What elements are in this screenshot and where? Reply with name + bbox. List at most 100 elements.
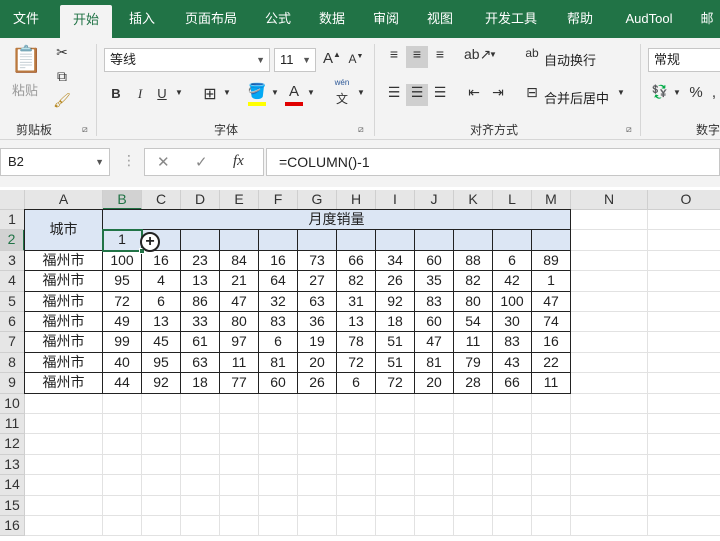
italic-button[interactable]: I [132,86,148,102]
sales-value-cell[interactable]: 11 [220,352,259,374]
cell[interactable] [181,414,220,435]
cell[interactable] [103,434,142,455]
paste-label[interactable]: 粘贴 [12,80,38,99]
underline-button[interactable]: U [154,86,170,101]
month-header-cell[interactable]: 月度销量 [103,210,571,231]
cell[interactable] [648,210,720,231]
decrease-font-icon[interactable]: A▼ [346,52,366,66]
tab-developer[interactable]: 开发工具 [476,0,546,38]
cell[interactable] [25,414,103,435]
sales-value-cell[interactable]: 77 [220,373,259,394]
tab-mailings[interactable]: 邮 [694,0,720,38]
cell[interactable] [181,495,220,516]
sales-value-cell[interactable]: 79 [454,352,493,374]
chevron-down-icon[interactable]: ▼ [174,88,184,97]
column-header-n[interactable]: N [571,190,648,210]
cell[interactable] [571,291,648,312]
month-number-cell[interactable] [376,230,415,251]
row-header-10[interactable]: 10 [0,393,25,414]
cell[interactable] [376,454,415,476]
sales-value-cell[interactable]: 1 [532,271,571,292]
tab-home[interactable]: 开始 [60,5,112,38]
cell[interactable] [298,475,337,496]
phonetic-guide-icon[interactable]: wén [330,78,354,87]
sales-value-cell[interactable]: 83 [415,291,454,312]
column-header-m[interactable]: M [532,190,571,210]
sales-value-cell[interactable]: 16 [532,332,571,353]
cell[interactable] [337,434,376,455]
month-number-cell[interactable] [298,230,337,251]
chevron-down-icon[interactable]: ▼ [616,88,626,97]
sales-value-cell[interactable]: 34 [376,250,415,272]
font-size-select[interactable]: 11 ▼ [274,48,316,72]
sales-value-cell[interactable]: 13 [337,312,376,333]
sales-value-cell[interactable]: 49 [103,312,142,333]
cell[interactable] [298,516,337,537]
month-number-cell[interactable] [259,230,298,251]
cell[interactable] [648,353,720,374]
cell[interactable] [571,332,648,353]
cell[interactable] [648,516,720,537]
cell[interactable] [415,393,454,414]
align-right-icon[interactable]: ☰ [430,84,450,106]
cell[interactable] [298,495,337,516]
sales-value-cell[interactable]: 66 [493,373,532,394]
cell[interactable] [493,393,532,414]
sales-value-cell[interactable]: 11 [532,373,571,394]
chevron-down-icon[interactable]: ▼ [672,88,682,97]
sales-value-cell[interactable]: 16 [142,250,181,272]
sales-value-cell[interactable]: 73 [298,250,337,272]
cell[interactable] [415,495,454,516]
merge-center-icon[interactable]: ⊟ [522,84,542,106]
sales-value-cell[interactable]: 13 [142,312,181,333]
cell[interactable] [337,516,376,537]
cell[interactable] [142,516,181,537]
cell[interactable] [142,454,181,476]
column-header-e[interactable]: E [220,190,259,210]
sales-value-cell[interactable]: 18 [376,312,415,333]
cell[interactable] [454,434,493,455]
cell[interactable] [648,455,720,476]
cell[interactable] [259,495,298,516]
sales-value-cell[interactable]: 60 [259,373,298,394]
column-header-d[interactable]: D [181,190,220,210]
sales-value-cell[interactable]: 92 [142,373,181,394]
city-cell[interactable]: 福州市 [25,352,103,374]
cell[interactable] [103,414,142,435]
month-number-cell[interactable] [454,230,493,251]
sales-value-cell[interactable]: 35 [415,271,454,292]
cell[interactable] [103,495,142,516]
column-header-a[interactable]: A [25,190,103,210]
sales-value-cell[interactable]: 6 [337,373,376,394]
column-header-f[interactable]: F [259,190,298,210]
sales-value-cell[interactable]: 4 [142,271,181,292]
sales-value-cell[interactable]: 72 [103,291,142,312]
cell[interactable] [25,434,103,455]
cell[interactable] [181,454,220,476]
font-color-icon[interactable]: A [284,83,304,100]
sales-value-cell[interactable]: 43 [493,352,532,374]
insert-function-icon[interactable]: fx [233,153,244,170]
cell[interactable] [415,434,454,455]
cell[interactable] [337,454,376,476]
cell[interactable] [259,434,298,455]
sales-value-cell[interactable]: 100 [103,250,142,272]
sales-value-cell[interactable]: 19 [298,332,337,353]
sales-value-cell[interactable]: 81 [415,352,454,374]
tab-formulas[interactable]: 公式 [256,0,300,38]
sales-value-cell[interactable]: 100 [493,291,532,312]
cell[interactable] [571,352,648,374]
enter-icon[interactable]: ✓ [195,153,208,171]
sales-value-cell[interactable]: 40 [103,352,142,374]
city-cell[interactable]: 福州市 [25,373,103,394]
cell[interactable] [571,495,648,516]
row-header-13[interactable]: 13 [0,454,25,476]
cell[interactable] [103,454,142,476]
cell[interactable] [532,414,571,435]
decrease-indent-icon[interactable]: ⇤ [464,84,484,106]
cell[interactable] [648,292,720,312]
cell[interactable] [493,414,532,435]
format-painter-icon[interactable]: 🖌 [52,92,72,112]
month-number-cell[interactable] [493,230,532,251]
wrap-text-button[interactable]: 自动换行 [544,50,596,69]
